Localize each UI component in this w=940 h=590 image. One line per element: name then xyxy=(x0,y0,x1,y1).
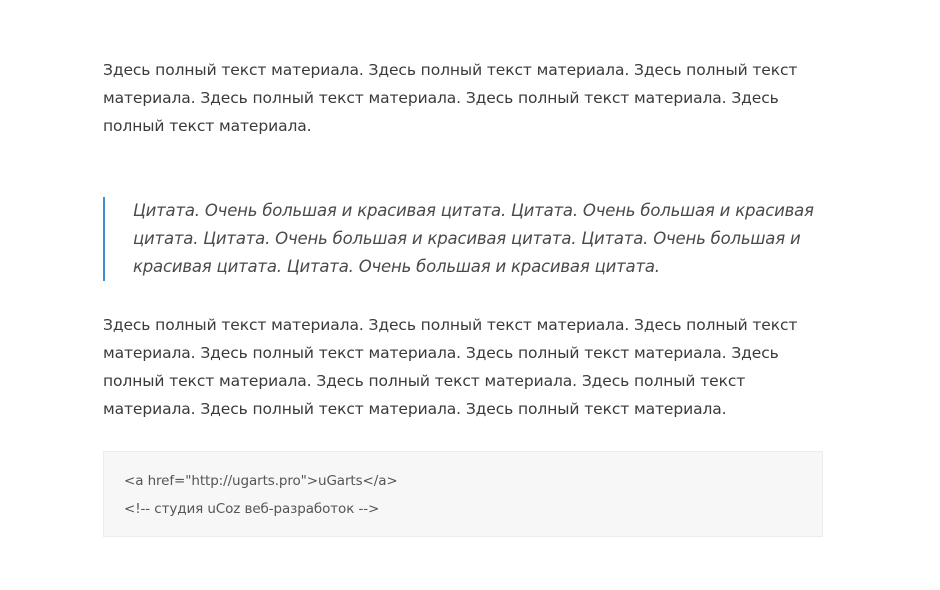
code-line: <!-- студия uCoz веб-разработок --> xyxy=(124,501,380,517)
code-line: <a href="http://ugarts.pro">uGarts</a> xyxy=(124,473,398,489)
article-content: Здесь полный текст материала. Здесь полн… xyxy=(103,56,823,537)
code-block: <a href="http://ugarts.pro">uGarts</a> <… xyxy=(103,451,823,537)
blockquote: Цитата. Очень большая и красивая цитата.… xyxy=(103,197,823,281)
article-paragraph: Здесь полный текст материала. Здесь полн… xyxy=(103,316,798,418)
article-paragraph: Здесь полный текст материала. Здесь полн… xyxy=(103,61,798,135)
quote-text: Цитата. Очень большая и красивая цитата.… xyxy=(133,201,814,276)
